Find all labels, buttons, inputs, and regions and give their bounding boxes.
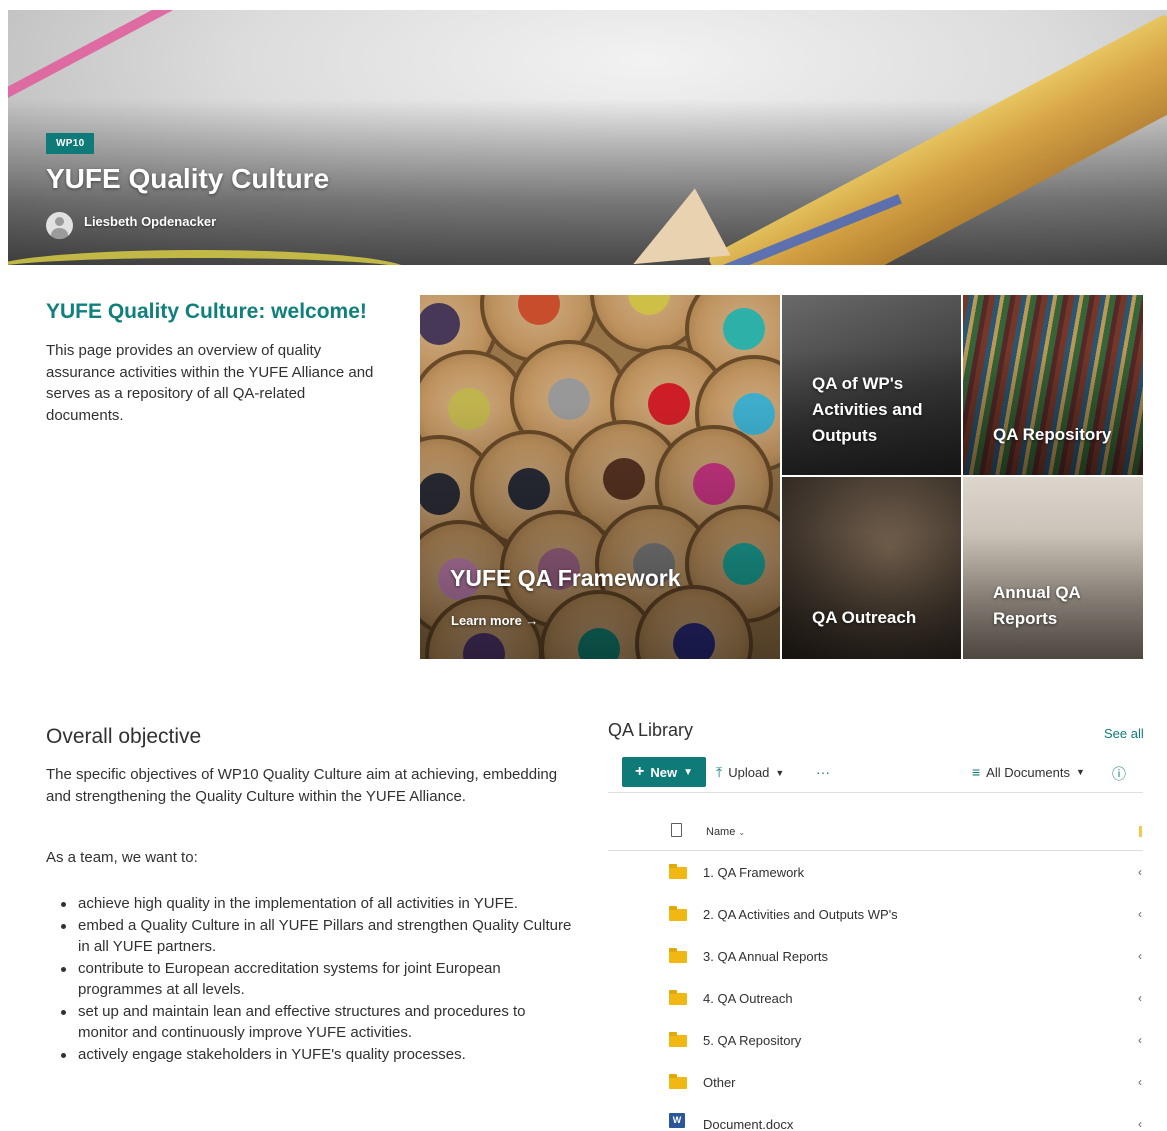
tile-title[interactable]: YUFE QA Framework	[450, 565, 680, 592]
hero-decoration	[8, 10, 178, 112]
divider	[608, 792, 1143, 793]
row-trail: ‹	[1138, 865, 1142, 879]
upload-label: Upload	[728, 765, 770, 780]
table-row[interactable]: 5. QA Repository ‹	[608, 1020, 1143, 1062]
tile-qa-framework[interactable]: YUFE QA Framework Learn more →	[420, 295, 780, 659]
table-row[interactable]: 1. QA Framework ‹	[608, 852, 1143, 894]
table-row[interactable]: 2. QA Activities and Outputs WP's ‹	[608, 894, 1143, 936]
folder-icon	[669, 948, 687, 963]
list-item: actively engage stakeholders in YUFE's q…	[61, 1044, 578, 1066]
folder-icon	[669, 864, 687, 879]
chevron-down-icon: ▼	[1075, 767, 1085, 777]
team-intro: As a team, we want to:	[46, 849, 198, 866]
list-header	[608, 817, 1143, 851]
row-name[interactable]: 3. QA Annual Reports	[703, 949, 828, 964]
hero-pencil-tip	[615, 188, 731, 265]
row-name[interactable]: 4. QA Outreach	[703, 991, 793, 1006]
view-lines-icon: ≡	[972, 764, 981, 780]
row-trail: ‹	[1138, 991, 1142, 1005]
tile-qa-repository[interactable]: QA Repository	[963, 295, 1143, 475]
view-label: All Documents	[986, 764, 1070, 780]
upload-button[interactable]: ⤒ Upload ▼	[716, 764, 784, 781]
folder-icon	[669, 1032, 687, 1047]
author-name[interactable]: Liesbeth Opdenacker	[84, 214, 216, 229]
table-row[interactable]: W Document.docx ‹	[608, 1086, 1143, 1131]
row-trail: ‹	[1138, 949, 1142, 963]
tile-title[interactable]: QA Outreach	[812, 605, 916, 631]
tile-title[interactable]: QA of WP's Activities and Outputs	[812, 371, 942, 449]
more-icon: ···	[816, 764, 830, 780]
folder-icon	[669, 990, 687, 1005]
avatar-icon[interactable]	[46, 212, 73, 239]
row-trail: ‹	[1138, 907, 1142, 921]
welcome-text: This page provides an overview of qualit…	[46, 342, 374, 424]
topic-badge[interactable]: WP10	[46, 133, 95, 154]
objective-list: achieve high quality in the implementati…	[61, 893, 578, 1066]
upload-icon: ⤒	[716, 764, 723, 780]
folder-icon	[669, 906, 687, 921]
learn-more-link[interactable]: Learn more →	[451, 613, 538, 628]
hero-decoration	[8, 250, 408, 265]
chevron-down-icon: ▼	[683, 766, 693, 778]
page-title: YUFE Quality Culture	[46, 163, 330, 194]
row-name[interactable]: 5. QA Repository	[703, 1033, 801, 1048]
new-button[interactable]: + New ▼	[622, 757, 706, 787]
list-item: achieve high quality in the implementati…	[61, 893, 578, 915]
row-trail: ‹	[1138, 1117, 1142, 1131]
column-marker	[1139, 826, 1142, 837]
tile-title[interactable]: Annual QA Reports	[993, 580, 1103, 632]
row-name[interactable]: 1. QA Framework	[703, 865, 804, 880]
author-byline[interactable]: Liesbeth Opdenacker	[46, 212, 216, 239]
list-item: set up and maintain lean and effective s…	[61, 1001, 578, 1044]
welcome-heading: YUFE Quality Culture: welcome!	[46, 300, 367, 323]
file-type-icon	[671, 823, 682, 837]
tile-title[interactable]: QA Repository	[993, 422, 1111, 448]
info-icon: ⓘ	[1112, 766, 1126, 782]
objective-heading: Overall objective	[46, 725, 202, 748]
list-item: embed a Quality Culture in all YUFE Pill…	[61, 915, 578, 958]
objective-paragraph: The specific objectives of WP10 Quality …	[46, 766, 558, 805]
chevron-down-icon: ▼	[775, 767, 785, 778]
more-button[interactable]: ···	[816, 764, 830, 780]
plus-icon: +	[635, 763, 645, 780]
hero-pencil-image	[707, 13, 1167, 265]
tile-annual-qa-reports[interactable]: Annual QA Reports	[963, 477, 1143, 659]
word-doc-icon: W	[669, 1113, 685, 1128]
tile-qa-outreach[interactable]: QA Outreach	[782, 477, 961, 659]
column-header-name[interactable]: Name ⌄	[706, 826, 745, 838]
library-title[interactable]: QA Library	[608, 720, 693, 741]
table-row[interactable]: 3. QA Annual Reports ‹	[608, 936, 1143, 978]
row-name[interactable]: Document.docx	[703, 1117, 793, 1131]
table-row[interactable]: 4. QA Outreach ‹	[608, 978, 1143, 1020]
chevron-down-icon: ⌄	[738, 828, 746, 837]
see-all-link[interactable]: See all	[1104, 726, 1144, 741]
tile-qa-wp-activities[interactable]: QA of WP's Activities and Outputs	[782, 295, 961, 475]
list-item: contribute to European accreditation sys…	[61, 958, 578, 1001]
row-name[interactable]: 2. QA Activities and Outputs WP's	[703, 907, 898, 922]
row-trail: ‹	[1138, 1033, 1142, 1047]
new-label: New	[650, 764, 678, 780]
info-button[interactable]: ⓘ	[1112, 764, 1126, 784]
view-selector[interactable]: ≡ All Documents ▼	[972, 764, 1085, 780]
